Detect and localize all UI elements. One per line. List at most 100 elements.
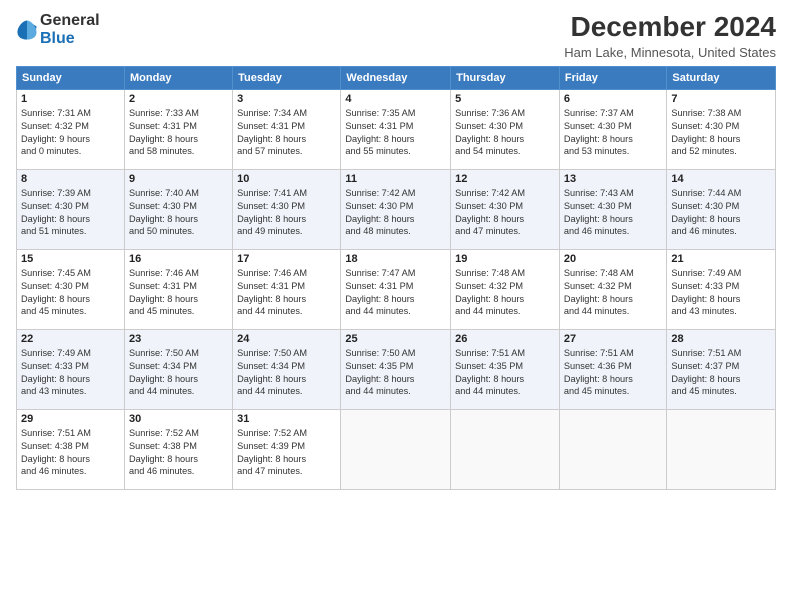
calendar-cell: 28 Sunrise: 7:51 AMSunset: 4:37 PMDayligh…: [667, 329, 776, 409]
day-info: Sunrise: 7:37 AMSunset: 4:30 PMDaylight:…: [564, 107, 663, 159]
day-info: Sunrise: 7:50 AMSunset: 4:34 PMDaylight:…: [129, 347, 228, 399]
title-block: December 2024 Ham Lake, Minnesota, Unite…: [564, 12, 776, 60]
day-info: Sunrise: 7:52 AMSunset: 4:39 PMDaylight:…: [237, 427, 336, 479]
calendar-week-3: 15Sunrise: 7:45 AMSunset: 4:30 PMDayligh…: [17, 249, 776, 329]
day-number: 31: [237, 413, 336, 425]
calendar-cell: 1 Sunrise: 7:31 AMSunset: 4:32 PMDaylight…: [17, 89, 125, 169]
calendar-cell: 5 Sunrise: 7:36 AMSunset: 4:30 PMDaylight…: [451, 89, 560, 169]
page-header: General Blue December 2024 Ham Lake, Min…: [16, 12, 776, 60]
day-info: Sunrise: 7:51 AMSunset: 4:38 PMDaylight:…: [21, 427, 120, 479]
calendar-cell: 21 Sunrise: 7:49 AMSunset: 4:33 PMDayligh…: [667, 249, 776, 329]
calendar-cell: 11Sunrise: 7:42 AMSunset: 4:30 PMDayligh…: [341, 169, 451, 249]
day-number: 6: [564, 93, 663, 105]
calendar-cell: 16 Sunrise: 7:46 AMSunset: 4:31 PMDayligh…: [124, 249, 232, 329]
day-number: 5: [455, 93, 555, 105]
day-info: Sunrise: 7:34 AMSunset: 4:31 PMDaylight:…: [237, 107, 336, 159]
calendar-cell: 6 Sunrise: 7:37 AMSunset: 4:30 PMDaylight…: [559, 89, 667, 169]
calendar-cell: 22 Sunrise: 7:49 AMSunset: 4:33 PMDayligh…: [17, 329, 125, 409]
calendar-cell: [451, 409, 560, 489]
day-info: Sunrise: 7:50 AMSunset: 4:35 PMDaylight:…: [345, 347, 446, 399]
calendar-cell: 31 Sunrise: 7:52 AMSunset: 4:39 PMDayligh…: [233, 409, 341, 489]
day-info: Sunrise: 7:43 AMSunset: 4:30 PMDaylight:…: [564, 187, 663, 239]
day-info: Sunrise: 7:49 AMSunset: 4:33 PMDaylight:…: [21, 347, 120, 399]
day-number: 30: [129, 413, 228, 425]
calendar-cell: 30 Sunrise: 7:52 AMSunset: 4:38 PMDayligh…: [124, 409, 232, 489]
day-number: 18: [345, 253, 446, 265]
day-info: Sunrise: 7:51 AMSunset: 4:36 PMDaylight:…: [564, 347, 663, 399]
calendar-cell: 23 Sunrise: 7:50 AMSunset: 4:34 PMDayligh…: [124, 329, 232, 409]
calendar-week-1: 1 Sunrise: 7:31 AMSunset: 4:32 PMDaylight…: [17, 89, 776, 169]
day-info: Sunrise: 7:38 AMSunset: 4:30 PMDaylight:…: [671, 107, 771, 159]
day-number: 27: [564, 333, 663, 345]
day-number: 12: [455, 173, 555, 185]
calendar-cell: 24Sunrise: 7:50 AMSunset: 4:34 PMDayligh…: [233, 329, 341, 409]
calendar-cell: [341, 409, 451, 489]
day-number: 16: [129, 253, 228, 265]
day-number: 10: [237, 173, 336, 185]
calendar-cell: 29 Sunrise: 7:51 AMSunset: 4:38 PMDayligh…: [17, 409, 125, 489]
day-info: Sunrise: 7:51 AMSunset: 4:35 PMDaylight:…: [455, 347, 555, 399]
day-number: 24: [237, 333, 336, 345]
day-info: Sunrise: 7:46 AMSunset: 4:31 PMDaylight:…: [129, 267, 228, 319]
calendar-cell: 10 Sunrise: 7:41 AMSunset: 4:30 PMDayligh…: [233, 169, 341, 249]
day-number: 15: [21, 253, 120, 265]
calendar-page: General Blue December 2024 Ham Lake, Min…: [0, 0, 792, 612]
page-title: December 2024: [564, 12, 776, 43]
weekday-header-sunday: Sunday: [17, 66, 125, 89]
calendar-cell: 17 Sunrise: 7:46 AMSunset: 4:31 PMDayligh…: [233, 249, 341, 329]
calendar-cell: 25Sunrise: 7:50 AMSunset: 4:35 PMDayligh…: [341, 329, 451, 409]
calendar-header-row: SundayMondayTuesdayWednesdayThursdayFrid…: [17, 66, 776, 89]
page-subtitle: Ham Lake, Minnesota, United States: [564, 45, 776, 60]
day-number: 23: [129, 333, 228, 345]
day-info: Sunrise: 7:48 AMSunset: 4:32 PMDaylight:…: [455, 267, 555, 319]
day-info: Sunrise: 7:52 AMSunset: 4:38 PMDaylight:…: [129, 427, 228, 479]
day-info: Sunrise: 7:49 AMSunset: 4:33 PMDaylight:…: [671, 267, 771, 319]
day-number: 4: [345, 93, 446, 105]
day-info: Sunrise: 7:39 AMSunset: 4:30 PMDaylight:…: [21, 187, 120, 239]
day-number: 1: [21, 93, 120, 105]
day-number: 22: [21, 333, 120, 345]
day-info: Sunrise: 7:42 AMSunset: 4:30 PMDaylight:…: [455, 187, 555, 239]
weekday-header-friday: Friday: [559, 66, 667, 89]
day-info: Sunrise: 7:33 AMSunset: 4:31 PMDaylight:…: [129, 107, 228, 159]
day-info: Sunrise: 7:47 AMSunset: 4:31 PMDaylight:…: [345, 267, 446, 319]
calendar-cell: [559, 409, 667, 489]
day-info: Sunrise: 7:35 AMSunset: 4:31 PMDaylight:…: [345, 107, 446, 159]
calendar-cell: 2 Sunrise: 7:33 AMSunset: 4:31 PMDaylight…: [124, 89, 232, 169]
logo: General Blue: [16, 12, 100, 47]
calendar-week-2: 8 Sunrise: 7:39 AMSunset: 4:30 PMDaylight…: [17, 169, 776, 249]
day-number: 9: [129, 173, 228, 185]
day-info: Sunrise: 7:41 AMSunset: 4:30 PMDaylight:…: [237, 187, 336, 239]
day-number: 17: [237, 253, 336, 265]
day-number: 26: [455, 333, 555, 345]
day-info: Sunrise: 7:40 AMSunset: 4:30 PMDaylight:…: [129, 187, 228, 239]
day-number: 29: [21, 413, 120, 425]
calendar-cell: 19 Sunrise: 7:48 AMSunset: 4:32 PMDayligh…: [451, 249, 560, 329]
weekday-header-wednesday: Wednesday: [341, 66, 451, 89]
day-number: 20: [564, 253, 663, 265]
day-number: 7: [671, 93, 771, 105]
day-info: Sunrise: 7:31 AMSunset: 4:32 PMDaylight:…: [21, 107, 120, 159]
day-info: Sunrise: 7:42 AMSunset: 4:30 PMDaylight:…: [345, 187, 446, 239]
day-info: Sunrise: 7:48 AMSunset: 4:32 PMDaylight:…: [564, 267, 663, 319]
day-number: 21: [671, 253, 771, 265]
calendar-cell: 15Sunrise: 7:45 AMSunset: 4:30 PMDayligh…: [17, 249, 125, 329]
day-info: Sunrise: 7:46 AMSunset: 4:31 PMDaylight:…: [237, 267, 336, 319]
calendar-week-5: 29 Sunrise: 7:51 AMSunset: 4:38 PMDayligh…: [17, 409, 776, 489]
calendar-cell: 20 Sunrise: 7:48 AMSunset: 4:32 PMDayligh…: [559, 249, 667, 329]
day-info: Sunrise: 7:51 AMSunset: 4:37 PMDaylight:…: [671, 347, 771, 399]
day-info: Sunrise: 7:36 AMSunset: 4:30 PMDaylight:…: [455, 107, 555, 159]
day-number: 28: [671, 333, 771, 345]
day-number: 19: [455, 253, 555, 265]
day-info: Sunrise: 7:44 AMSunset: 4:30 PMDaylight:…: [671, 187, 771, 239]
day-number: 2: [129, 93, 228, 105]
calendar-cell: 13Sunrise: 7:43 AMSunset: 4:30 PMDayligh…: [559, 169, 667, 249]
day-number: 8: [21, 173, 120, 185]
calendar-cell: 8 Sunrise: 7:39 AMSunset: 4:30 PMDaylight…: [17, 169, 125, 249]
calendar-cell: 14Sunrise: 7:44 AMSunset: 4:30 PMDayligh…: [667, 169, 776, 249]
weekday-header-saturday: Saturday: [667, 66, 776, 89]
calendar-cell: 7 Sunrise: 7:38 AMSunset: 4:30 PMDaylight…: [667, 89, 776, 169]
calendar-table: SundayMondayTuesdayWednesdayThursdayFrid…: [16, 66, 776, 490]
calendar-cell: 4 Sunrise: 7:35 AMSunset: 4:31 PMDaylight…: [341, 89, 451, 169]
calendar-cell: 18 Sunrise: 7:47 AMSunset: 4:31 PMDayligh…: [341, 249, 451, 329]
